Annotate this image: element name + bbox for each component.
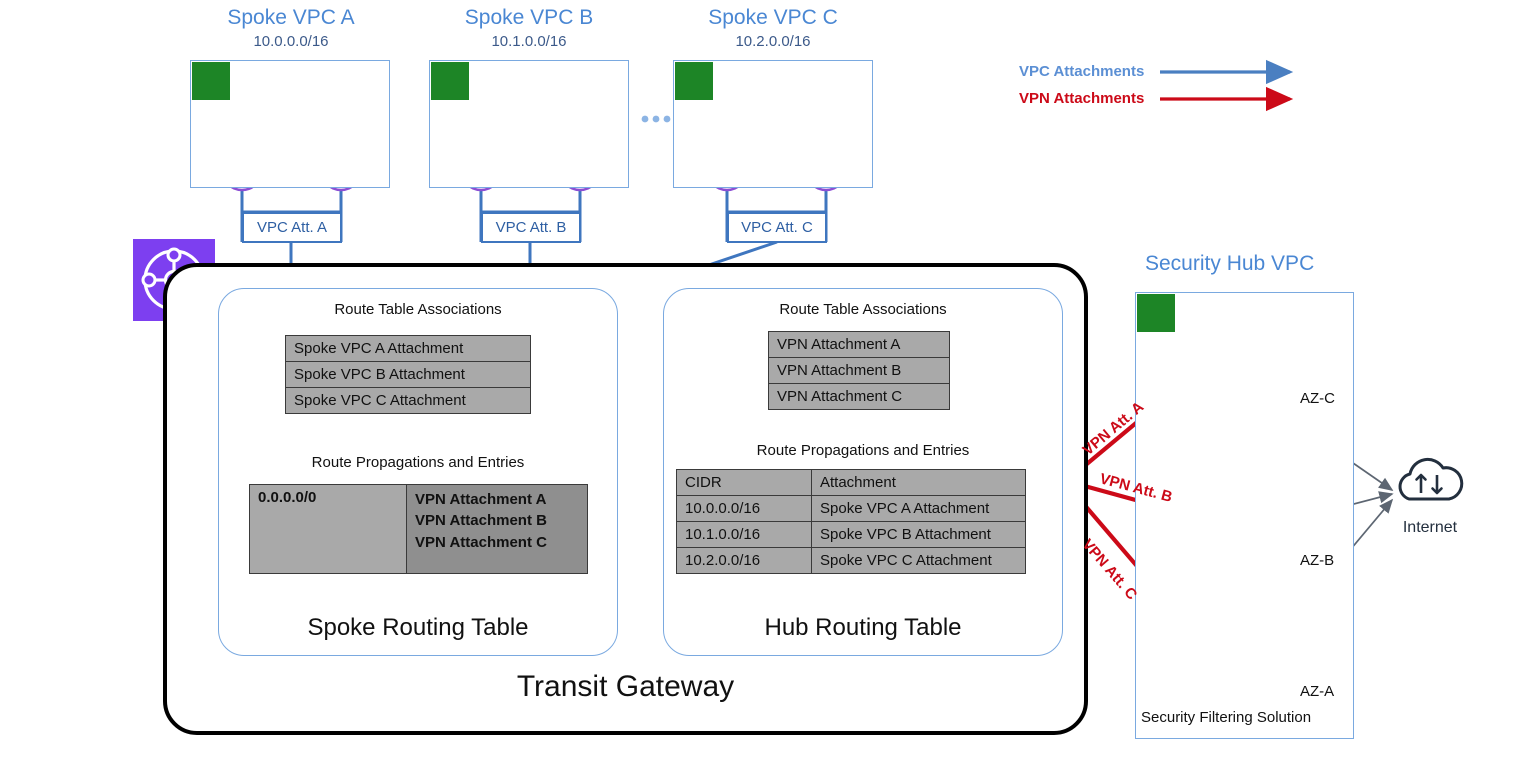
table-row: Spoke VPC C Attachment [285, 387, 531, 414]
legend-label-vpc-attachments: VPC Attachments [1019, 63, 1145, 80]
table-row: VPN Attachment C [768, 383, 950, 410]
spoke-assoc-cell-2: Spoke VPC C Attachment [285, 387, 531, 414]
spoke-propagations-table: 0.0.0.0/0 VPN Attachment A VPN Attachmen… [249, 484, 588, 574]
spoke-prop-attachment-1: VPN Attachment B [415, 512, 547, 530]
hub-assoc-cell-0: VPN Attachment A [768, 331, 950, 358]
security-hub-vpc-icon [1137, 294, 1175, 332]
hub-associations-table: VPN Attachment A VPN Attachment B VPN At… [768, 331, 950, 410]
table-row: VPN Attachment B [768, 357, 950, 384]
security-hub-vpc-box [1135, 292, 1354, 739]
internet-label: Internet [1402, 519, 1458, 536]
hub-row-1-cidr: 10.1.0.0/16 [676, 521, 812, 548]
hub-routing-table-label: Hub Routing Table [764, 614, 962, 641]
az-label-a: AZ-A [1300, 683, 1335, 700]
spoke-prop-attachments: VPN Attachment A VPN Attachment B VPN At… [406, 484, 588, 574]
hub-row-0-attachment: Spoke VPC A Attachment [811, 495, 1026, 522]
vpc-attachment-box-c: VPC Att. C [727, 212, 827, 243]
spoke-vpc-c-cidr: 10.2.0.0/16 [735, 33, 811, 50]
hub-assoc-cell-2: VPN Attachment C [768, 383, 950, 410]
spoke-associations-heading: Route Table Associations [334, 301, 502, 318]
hub-col-cidr: CIDR [676, 469, 812, 496]
table-row: 0.0.0.0/0 VPN Attachment A VPN Attachmen… [249, 484, 588, 574]
table-row: VPN Attachment A [768, 331, 950, 358]
spoke-vpc-a-cidr: 10.0.0.0/16 [253, 33, 329, 50]
vpc-attachment-box-b: VPC Att. B [481, 212, 581, 243]
spoke-vpc-a-icon [192, 62, 230, 100]
diagram-canvas: Spoke VPC A 10.0.0.0/16 VPC Att. A Spoke… [0, 0, 1536, 776]
hub-assoc-cell-1: VPN Attachment B [768, 357, 950, 384]
az-label-c: AZ-C [1300, 390, 1335, 407]
spoke-associations-table: Spoke VPC A Attachment Spoke VPC B Attac… [285, 335, 531, 414]
hub-row-2-cidr: 10.2.0.0/16 [676, 547, 812, 574]
spoke-vpc-a-title: Spoke VPC A [227, 6, 355, 29]
spoke-vpc-b-cidr: 10.1.0.0/16 [491, 33, 567, 50]
spoke-prop-attachment-2: VPN Attachment C [415, 533, 547, 551]
table-row: Spoke VPC A Attachment [285, 335, 531, 362]
spoke-prop-attachment-0: VPN Attachment A [415, 491, 547, 508]
security-hub-vpc-title: Security Hub VPC [1145, 252, 1315, 275]
spoke-assoc-cell-0: Spoke VPC A Attachment [285, 335, 531, 362]
az-label-b: AZ-B [1300, 552, 1335, 569]
table-row: 10.0.0.0/16 Spoke VPC A Attachment [676, 495, 1026, 522]
table-row: 10.2.0.0/16 Spoke VPC C Attachment [676, 547, 1026, 574]
spoke-assoc-cell-1: Spoke VPC B Attachment [285, 361, 531, 388]
hub-row-2-attachment: Spoke VPC C Attachment [811, 547, 1026, 574]
hub-associations-heading: Route Table Associations [779, 301, 947, 318]
spoke-vpc-c-title: Spoke VPC C [708, 6, 838, 29]
spoke-prop-cidr: 0.0.0.0/0 [249, 484, 407, 574]
spoke-routing-table-label: Spoke Routing Table [307, 614, 529, 641]
hub-propagations-table: CIDR Attachment 10.0.0.0/16 Spoke VPC A … [676, 469, 1026, 574]
hub-row-1-attachment: Spoke VPC B Attachment [811, 521, 1026, 548]
spoke-vpc-c-icon [675, 62, 713, 100]
spoke-vpc-b-title: Spoke VPC B [464, 6, 594, 29]
spoke-vpc-b-icon [431, 62, 469, 100]
hub-row-0-cidr: 10.0.0.0/16 [676, 495, 812, 522]
security-filtering-solution-label: Security Filtering Solution [1141, 709, 1312, 726]
table-header-row: CIDR Attachment [676, 469, 1026, 496]
transit-gateway-label: Transit Gateway [516, 670, 735, 703]
spoke-propagations-heading: Route Propagations and Entries [311, 454, 525, 471]
legend-label-vpn-attachments: VPN Attachments [1019, 90, 1145, 107]
vpc-attachment-box-a: VPC Att. A [242, 212, 342, 243]
hub-col-attachment: Attachment [811, 469, 1026, 496]
hub-propagations-heading: Route Propagations and Entries [756, 442, 970, 459]
internet-cloud-icon [1398, 458, 1464, 501]
table-row: 10.1.0.0/16 Spoke VPC B Attachment [676, 521, 1026, 548]
table-row: Spoke VPC B Attachment [285, 361, 531, 388]
